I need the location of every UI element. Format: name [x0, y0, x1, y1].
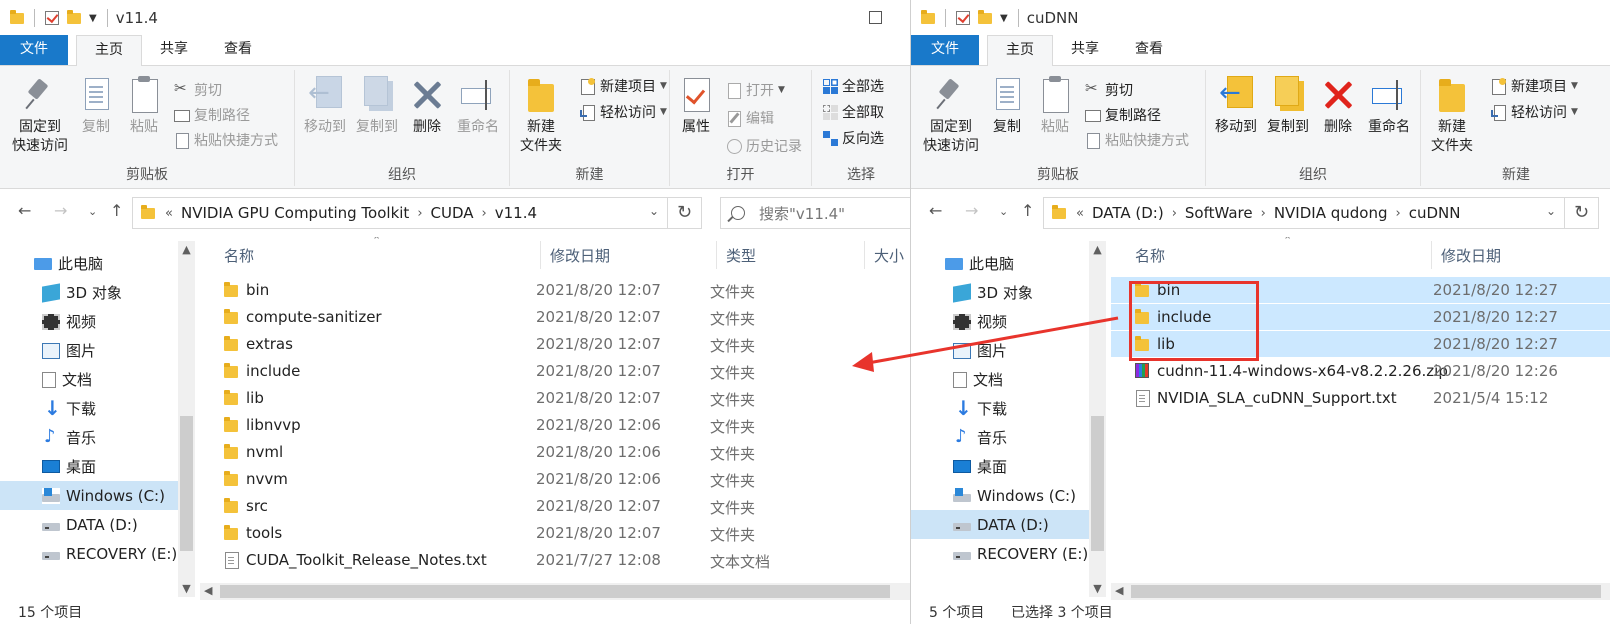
arrow-head — [852, 352, 874, 372]
annotation-arrow — [852, 316, 1119, 372]
arrow-shaft — [867, 316, 1119, 365]
